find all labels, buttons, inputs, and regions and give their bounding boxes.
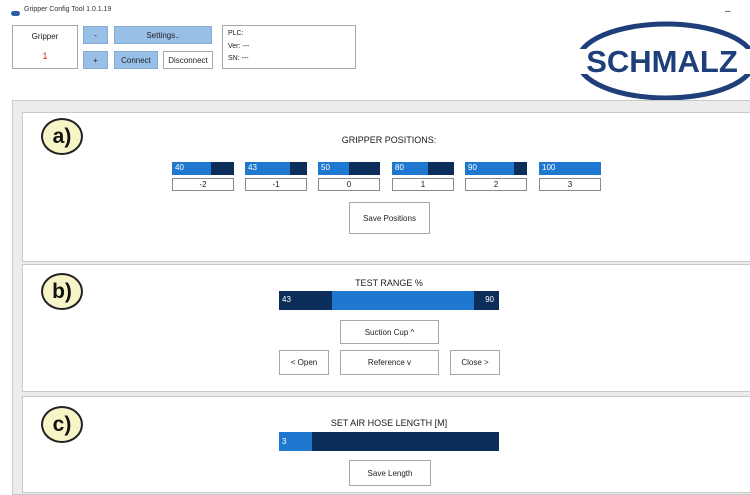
position-value: 100 (542, 163, 556, 172)
position-index: 0 (318, 178, 380, 191)
gripper-selector: Gripper 1 (12, 25, 78, 69)
section-c-badge: c) (41, 406, 83, 443)
position-value: 40 (175, 163, 184, 172)
position-index: 3 (539, 178, 601, 191)
position-value: 90 (468, 163, 477, 172)
position-bar[interactable]: 90 (465, 162, 527, 175)
plc-label: PLC: (228, 30, 244, 37)
connect-button[interactable]: Connect (114, 51, 158, 69)
position-bar[interactable]: 50 (318, 162, 380, 175)
device-info-box: PLC: Ver: --- SN: --- (222, 25, 356, 69)
close-button[interactable]: Close > (450, 350, 500, 375)
position-value: 50 (321, 163, 330, 172)
window-title: Gripper Config Tool 1.0.1.19 (24, 6, 112, 13)
disconnect-button[interactable]: Disconnect (163, 51, 213, 69)
position-index: -2 (172, 178, 234, 191)
range-min-value: 43 (282, 295, 291, 304)
gripper-label: Gripper (31, 32, 59, 41)
position-index: 2 (465, 178, 527, 191)
reference-button[interactable]: Reference v (340, 350, 439, 375)
serial-number-label: SN: --- (228, 55, 249, 62)
position-bar[interactable]: 43 (245, 162, 307, 175)
open-button[interactable]: < Open (279, 350, 329, 375)
settings-button[interactable]: Settings.. (114, 26, 212, 44)
save-positions-button[interactable]: Save Positions (349, 202, 430, 234)
position-value: 43 (248, 163, 257, 172)
position-value: 80 (395, 163, 404, 172)
position-bar[interactable]: 40 (172, 162, 234, 175)
position-index: -1 (245, 178, 307, 191)
app-icon (11, 11, 20, 16)
air-hose-length-title: SET AIR HOSE LENGTH [M] (330, 418, 448, 428)
section-b-badge: b) (41, 273, 83, 310)
range-max-value: 90 (485, 295, 494, 304)
increment-gripper-button[interactable]: + (83, 51, 108, 69)
position-index: 1 (392, 178, 454, 191)
position-bar[interactable]: 80 (392, 162, 454, 175)
position-bar[interactable]: 100 (539, 162, 601, 175)
save-length-button[interactable]: Save Length (349, 460, 431, 486)
test-range-title: TEST RANGE % (355, 278, 423, 288)
gripper-positions-title: GRIPPER POSITIONS: (341, 135, 437, 145)
minimize-button[interactable]: – (725, 6, 731, 17)
decrement-gripper-button[interactable]: - (83, 26, 108, 44)
suction-cup-button[interactable]: Suction Cup ^ (340, 320, 439, 344)
hose-length-value: 3 (282, 437, 287, 446)
gripper-number: 1 (42, 51, 48, 61)
section-a-badge: a) (41, 118, 83, 155)
test-range-slider[interactable]: 43 90 (279, 291, 499, 310)
schmalz-logo: SCHMALZ (574, 21, 750, 100)
logo-text: SCHMALZ (586, 44, 738, 79)
version-label: Ver: --- (228, 43, 250, 50)
air-hose-length-slider[interactable]: 3 (279, 432, 499, 451)
